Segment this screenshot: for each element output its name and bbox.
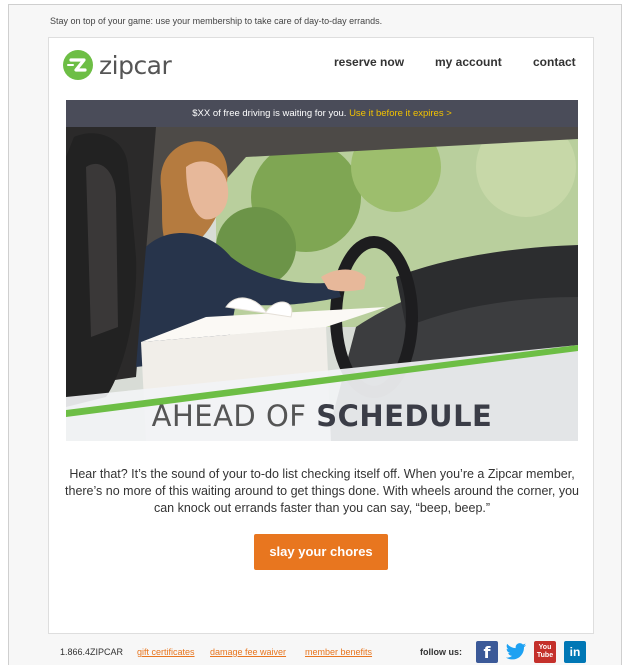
zipcar-logo[interactable]: zipcar	[63, 50, 172, 80]
email-footer: 1.866.4ZIPCAR gift certificates damage f…	[48, 641, 594, 665]
nav-contact-label[interactable]: contact	[533, 55, 576, 69]
promo-banner[interactable]: $XX of free driving is waiting for you. …	[66, 100, 578, 127]
nav-reserve-now-label[interactable]: reserve now	[334, 55, 404, 69]
linkedin-glyph: in	[569, 645, 581, 659]
hero-title: AHEAD OF SCHEDULE	[66, 399, 578, 433]
nav-contact[interactable]: contact	[533, 55, 576, 69]
email-card: zipcar reserve now my account contact $X…	[48, 37, 594, 634]
email-header: zipcar reserve now my account contact	[49, 38, 593, 96]
facebook-glyph: f	[483, 642, 491, 662]
hero-illustration	[66, 127, 578, 441]
youtube-icon[interactable]: You Tube	[534, 641, 556, 663]
footer-link-member-benefits[interactable]: member benefits	[305, 647, 372, 657]
slay-your-chores-button[interactable]: slay your chores	[254, 534, 388, 570]
footer-phone: 1.866.4ZIPCAR	[60, 647, 124, 657]
zipcar-logo-icon	[63, 50, 93, 80]
hero-image: AHEAD OF SCHEDULE	[66, 127, 578, 441]
hero-title-bold: SCHEDULE	[316, 399, 493, 433]
promo-banner-cta[interactable]: Use it before it expires >	[349, 108, 452, 119]
hero-title-light: AHEAD OF	[151, 399, 317, 433]
footer-link-damage-fee-waiver[interactable]: damage fee waiver	[210, 647, 286, 657]
nav-my-account-label[interactable]: my account	[435, 55, 502, 69]
body-copy: Hear that? It’s the sound of your to-do …	[65, 467, 579, 515]
linkedin-icon[interactable]: in	[564, 641, 586, 663]
logo-wordmark: zipcar	[99, 50, 172, 80]
youtube-glyph: You Tube	[536, 644, 554, 659]
follow-us-label: follow us:	[420, 647, 462, 657]
facebook-icon[interactable]: f	[476, 641, 498, 663]
nav-reserve-now[interactable]: reserve now	[334, 55, 404, 69]
nav-my-account[interactable]: my account	[435, 55, 502, 69]
twitter-icon[interactable]	[505, 641, 527, 663]
twitter-bird-icon	[505, 643, 527, 660]
footer-link-gift-certificates[interactable]: gift certificates	[137, 647, 195, 657]
promo-banner-text: $XX of free driving is waiting for you.	[192, 108, 347, 119]
preheader-text: Stay on top of your game: use your membe…	[50, 16, 383, 26]
